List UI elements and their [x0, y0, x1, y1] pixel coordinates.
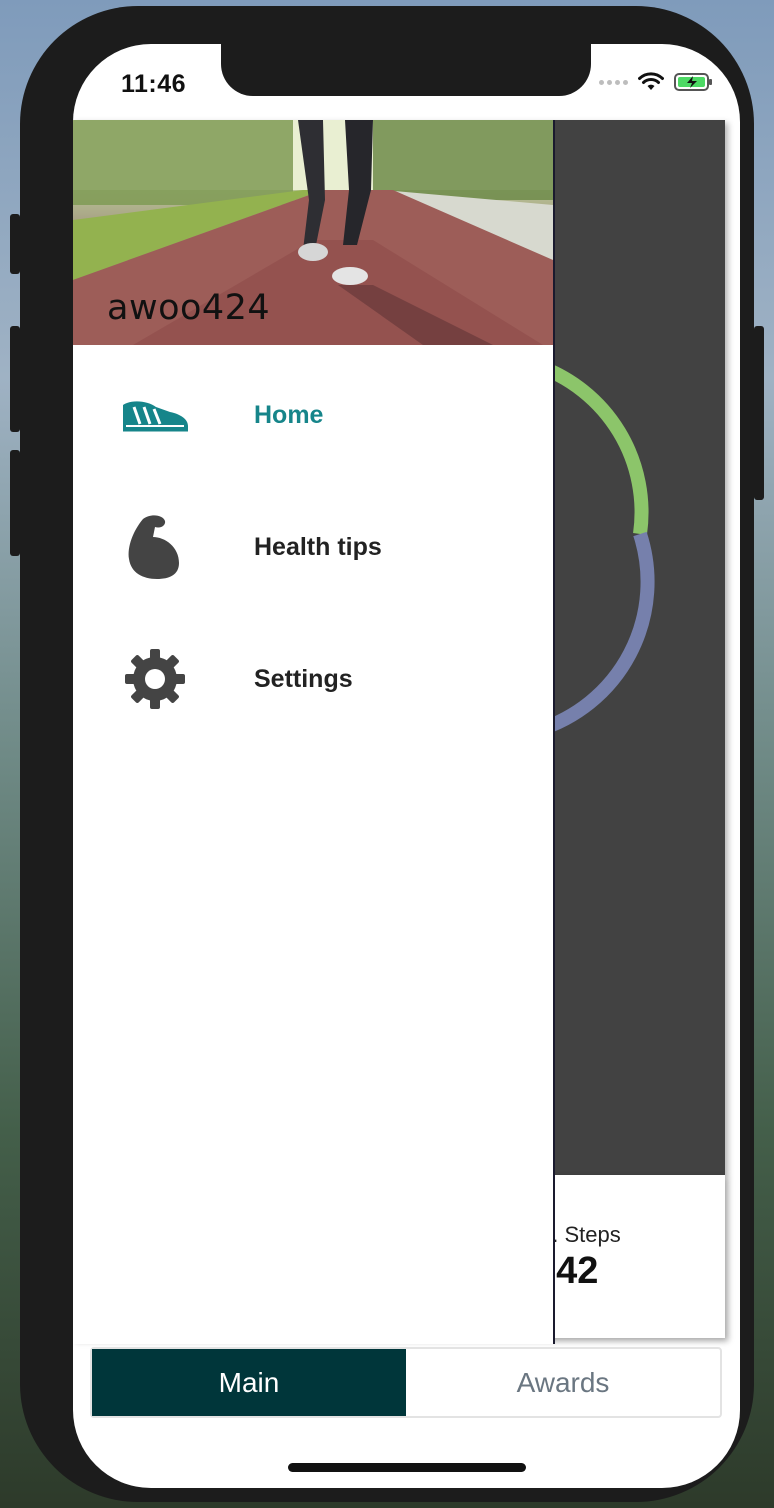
volume-down-button	[10, 450, 20, 556]
drawer-item-home[interactable]: Home	[73, 365, 553, 465]
wifi-icon	[638, 72, 664, 90]
drawer-username: awoo424	[107, 288, 271, 328]
drawer-item-settings-label: Settings	[254, 664, 353, 693]
sneaker-icon	[119, 380, 191, 450]
drawer-item-health-tips-label: Health tips	[254, 532, 382, 561]
tab-main[interactable]: Main	[92, 1349, 406, 1416]
home-indicator[interactable]	[288, 1463, 526, 1472]
volume-up-button	[10, 326, 20, 432]
gear-icon	[119, 644, 191, 714]
power-button	[754, 326, 764, 500]
drawer-item-home-label: Home	[254, 400, 324, 429]
cell-signal-icon	[599, 79, 628, 85]
app-screen: 11:46 vg. Steps 342 awoo424 Home Health …	[73, 44, 740, 1488]
drawer-header: awoo424	[73, 120, 553, 345]
battery-charging-icon	[674, 73, 712, 91]
silent-switch	[10, 214, 20, 274]
tab-awards[interactable]: Awards	[406, 1349, 720, 1416]
drawer-item-settings[interactable]: Settings	[73, 629, 553, 729]
flexed-arm-icon	[119, 512, 191, 582]
drawer-item-health-tips[interactable]: Health tips	[73, 497, 553, 597]
status-icons	[599, 72, 714, 92]
segmented-tab-bar: Main Awards	[90, 1347, 722, 1418]
navigation-drawer: awoo424 Home Health tips Settings	[73, 120, 555, 1344]
phone-frame: 11:46 vg. Steps 342 awoo424 Home Health …	[20, 6, 754, 1502]
status-time: 11:46	[121, 70, 187, 98]
notch	[221, 44, 591, 96]
